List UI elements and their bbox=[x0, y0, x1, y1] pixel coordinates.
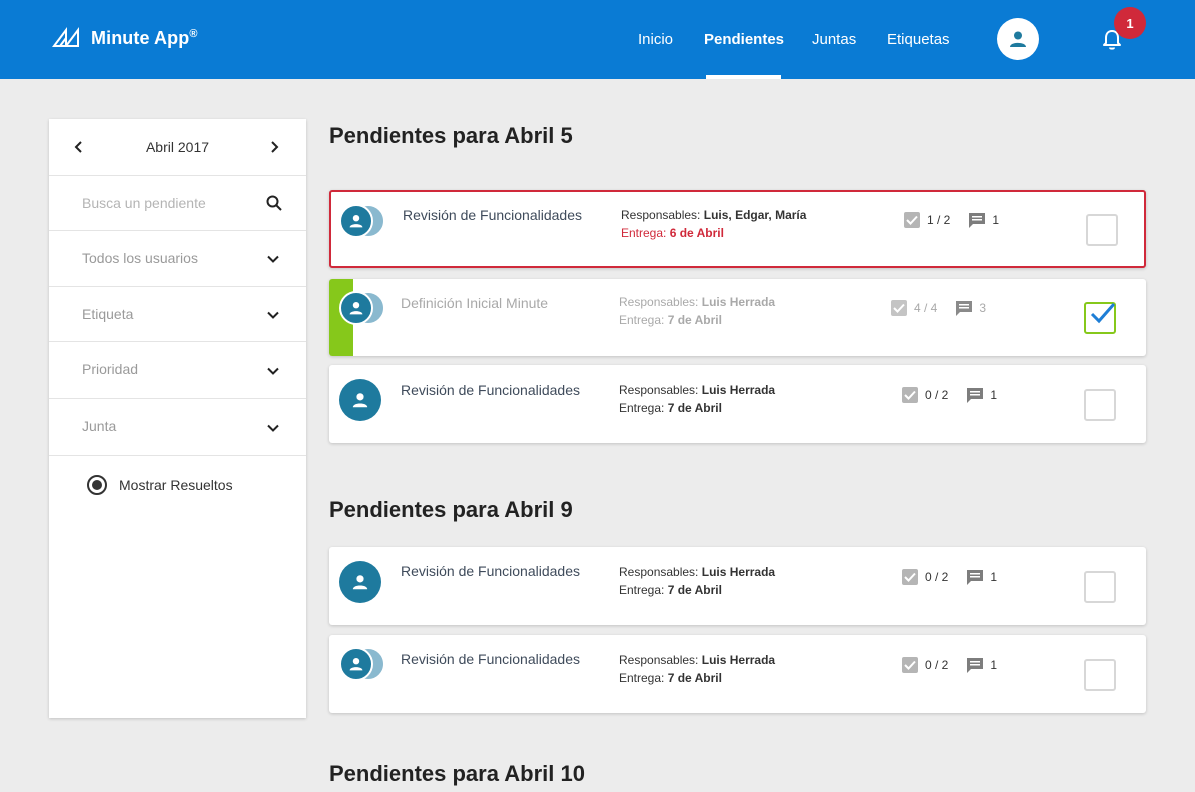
comment-count: 1 bbox=[992, 213, 1000, 227]
task-title[interactable]: Revisión de Funcionalidades bbox=[403, 207, 582, 223]
month-selector: Abril 2017 bbox=[49, 119, 306, 176]
checkbox-icon bbox=[902, 569, 918, 585]
task-counters: 0 / 2 1 bbox=[901, 386, 997, 404]
task-counters: 1 / 2 1 bbox=[903, 211, 999, 229]
task-counters: 4 / 4 3 bbox=[890, 299, 986, 317]
task-card[interactable]: Revisión de Funcionalidades Responsables… bbox=[329, 547, 1146, 625]
avatar bbox=[339, 291, 373, 325]
chevron-down-icon bbox=[267, 311, 279, 319]
checkbox-icon bbox=[891, 300, 907, 316]
comment-icon bbox=[967, 388, 984, 403]
task-counters: 0 / 2 1 bbox=[901, 656, 997, 674]
task-card[interactable]: Revisión de Funcionalidades Responsables… bbox=[329, 635, 1146, 713]
checkmark-icon bbox=[1090, 303, 1116, 324]
notification-count-badge: 1 bbox=[1114, 7, 1146, 39]
checkbox-icon bbox=[904, 212, 920, 228]
section-title: Pendientes para Abril 10 bbox=[329, 761, 585, 786]
show-resolved-toggle[interactable]: Mostrar Resueltos bbox=[87, 475, 233, 495]
comment-icon bbox=[969, 213, 986, 228]
checklist-count: 0 / 2 bbox=[925, 658, 949, 672]
show-resolved-label: Mostrar Resueltos bbox=[119, 477, 233, 493]
avatar bbox=[339, 204, 373, 238]
chevron-right-icon[interactable] bbox=[266, 139, 282, 155]
top-navigation-bar: Minute App® Inicio Pendientes Juntas Eti… bbox=[0, 0, 1195, 79]
avatar bbox=[339, 379, 381, 421]
nav-item-etiquetas[interactable]: Etiquetas bbox=[887, 31, 950, 48]
checkbox-icon bbox=[902, 387, 918, 403]
nav-item-inicio[interactable]: Inicio bbox=[638, 31, 673, 48]
brand[interactable]: Minute App® bbox=[52, 26, 198, 50]
task-complete-checkbox[interactable] bbox=[1086, 214, 1118, 246]
checklist-count: 1 / 2 bbox=[927, 213, 951, 227]
assignee-avatars bbox=[339, 291, 389, 331]
brand-name: Minute App® bbox=[91, 27, 198, 48]
assignee-avatars bbox=[339, 647, 389, 687]
user-icon bbox=[352, 393, 368, 408]
meeting-filter-dropdown[interactable]: Junta bbox=[49, 399, 306, 456]
priority-filter-label: Prioridad bbox=[82, 361, 139, 377]
task-counters: 0 / 2 1 bbox=[901, 568, 997, 586]
task-card[interactable]: Definición Inicial Minute Responsables: … bbox=[329, 279, 1146, 356]
task-meta: Responsables: Luis Herrada Entrega: 7 de… bbox=[619, 295, 776, 327]
user-icon bbox=[349, 215, 363, 228]
chevron-down-icon bbox=[267, 424, 279, 432]
filter-sidebar: Abril 2017 Busca un pendiente Todos los … bbox=[49, 119, 306, 718]
nav-item-juntas[interactable]: Juntas bbox=[812, 31, 856, 48]
search-field[interactable]: Busca un pendiente bbox=[49, 176, 306, 231]
nav-item-pendientes[interactable]: Pendientes bbox=[704, 31, 784, 48]
chevron-down-icon bbox=[267, 367, 279, 375]
task-complete-checkbox[interactable] bbox=[1084, 659, 1116, 691]
chevron-down-icon bbox=[267, 255, 279, 263]
task-meta: Responsables: Luis Herrada Entrega: 7 de… bbox=[619, 565, 776, 597]
comment-count: 1 bbox=[990, 388, 998, 402]
search-icon[interactable] bbox=[265, 194, 283, 212]
show-resolved-radio[interactable] bbox=[87, 475, 107, 495]
task-complete-checkbox[interactable] bbox=[1084, 571, 1116, 603]
task-complete-checkbox[interactable] bbox=[1084, 302, 1116, 334]
task-meta: Responsables: Luis Herrada Entrega: 7 de… bbox=[619, 383, 776, 415]
users-filter-dropdown[interactable]: Todos los usuarios bbox=[49, 231, 306, 287]
user-icon bbox=[349, 658, 363, 671]
comment-icon bbox=[967, 658, 984, 673]
task-meta: Responsables: Luis Herrada Entrega: 7 de… bbox=[619, 653, 776, 685]
search-input[interactable]: Busca un pendiente bbox=[82, 195, 206, 211]
task-card[interactable]: Revisión de Funcionalidades Responsables… bbox=[329, 190, 1146, 268]
task-meta: Responsables: Luis, Edgar, María Entrega… bbox=[621, 208, 807, 240]
avatar bbox=[339, 647, 373, 681]
task-title[interactable]: Revisión de Funcionalidades bbox=[401, 563, 580, 579]
user-icon bbox=[349, 302, 363, 315]
assignee-avatars bbox=[339, 204, 389, 244]
user-icon bbox=[1010, 31, 1026, 47]
comment-count: 1 bbox=[990, 658, 998, 672]
task-complete-checkbox[interactable] bbox=[1084, 389, 1116, 421]
assignee-avatars bbox=[339, 559, 389, 603]
tag-filter-dropdown[interactable]: Etiqueta bbox=[49, 287, 306, 342]
checkbox-icon bbox=[902, 657, 918, 673]
comment-count: 1 bbox=[990, 570, 998, 584]
task-card[interactable]: Revisión de Funcionalidades Responsables… bbox=[329, 365, 1146, 443]
user-icon bbox=[352, 575, 368, 590]
minute-logo-icon bbox=[52, 27, 79, 47]
avatar bbox=[339, 561, 381, 603]
task-title[interactable]: Definición Inicial Minute bbox=[401, 295, 548, 311]
priority-filter-dropdown[interactable]: Prioridad bbox=[49, 342, 306, 399]
checklist-count: 0 / 2 bbox=[925, 388, 949, 402]
profile-avatar-button[interactable] bbox=[997, 18, 1039, 60]
users-filter-label: Todos los usuarios bbox=[82, 250, 198, 266]
task-title[interactable]: Revisión de Funcionalidades bbox=[401, 651, 580, 667]
checklist-count: 4 / 4 bbox=[914, 301, 938, 315]
tag-filter-label: Etiqueta bbox=[82, 306, 134, 322]
active-tab-indicator bbox=[706, 75, 781, 79]
section-title: Pendientes para Abril 9 bbox=[329, 497, 573, 522]
meeting-filter-label: Junta bbox=[82, 418, 117, 434]
section-title: Pendientes para Abril 5 bbox=[329, 123, 573, 148]
comment-count: 3 bbox=[979, 301, 987, 315]
task-title[interactable]: Revisión de Funcionalidades bbox=[401, 382, 580, 398]
checklist-count: 0 / 2 bbox=[925, 570, 949, 584]
assignee-avatars bbox=[339, 377, 389, 421]
comment-icon bbox=[967, 570, 984, 585]
comment-icon bbox=[956, 301, 973, 316]
